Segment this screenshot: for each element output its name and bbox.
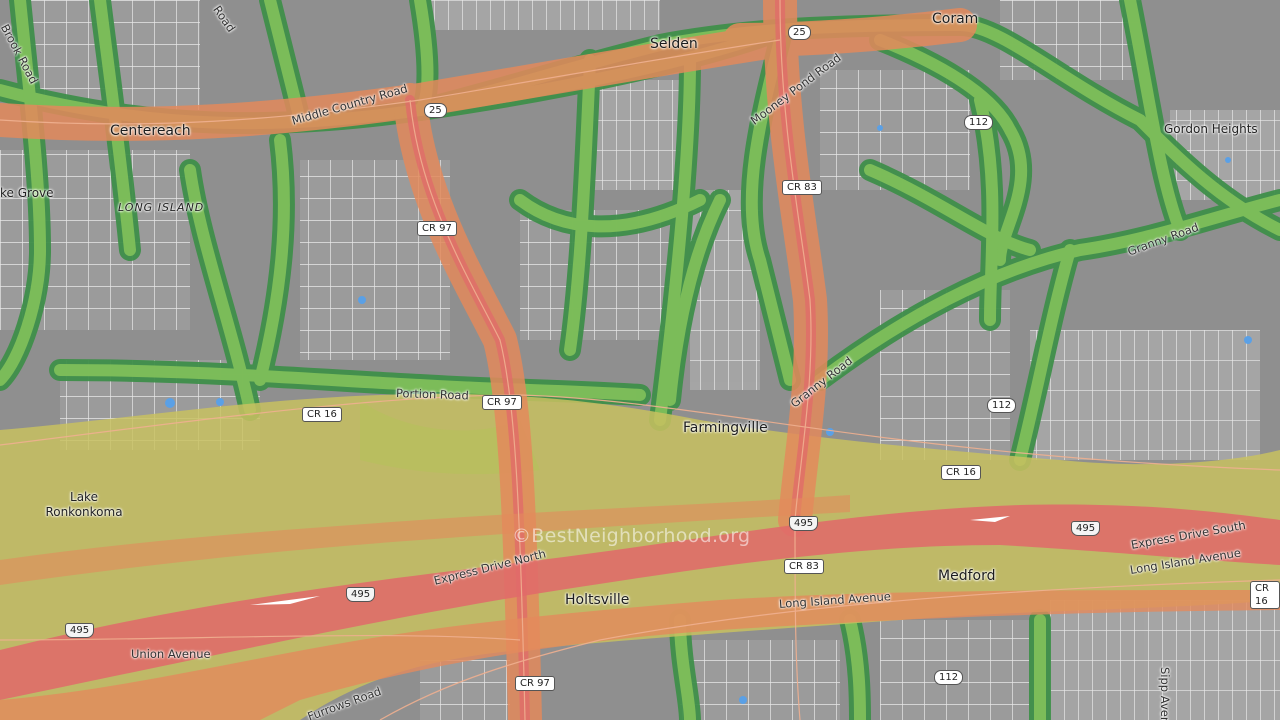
place-label-medford: Medford [938, 568, 996, 584]
place-label-gordon-heights: Gordon Heights [1164, 122, 1258, 136]
route-shield-112: 112 [964, 115, 994, 130]
place-label-lake-ronkonkoma: Lake Ronkonkoma [45, 490, 123, 519]
route-shield-25: 25 [788, 25, 811, 40]
interstate-shield-495: 495 [346, 587, 376, 602]
map-canvas[interactable] [0, 0, 1280, 720]
route-shield-25: 25 [424, 103, 447, 118]
place-label-lake-grove: ke Grove [0, 186, 54, 200]
place-label-coram: Coram [932, 11, 979, 27]
route-shield-112: 112 [934, 670, 964, 685]
interstate-shield-495: 495 [789, 516, 819, 531]
interstate-shield-495: 495 [1071, 521, 1101, 536]
route-shield-cr16: CR 16 [1250, 581, 1280, 609]
interstate-shield-495: 495 [65, 623, 95, 638]
route-shield-112: 112 [987, 398, 1017, 413]
place-label-holtsville: Holtsville [565, 592, 630, 608]
place-label-selden: Selden [650, 36, 698, 52]
route-shield-cr16: CR 16 [941, 465, 981, 480]
route-shield-cr16: CR 16 [302, 407, 342, 422]
route-shield-cr83: CR 83 [782, 180, 822, 195]
road-label-union-avenue: Union Avenue [131, 647, 211, 661]
route-shield-cr97: CR 97 [515, 676, 555, 691]
road-label-sipp-avenue: Sipp Avenue [1158, 667, 1172, 720]
place-label-long-island: LONG ISLAND [118, 201, 205, 214]
map-view[interactable]: Selden Coram Centereach Gordon Heights k… [0, 0, 1280, 720]
place-label-centereach: Centereach [110, 123, 191, 139]
place-label-farmingville: Farmingville [683, 420, 768, 436]
route-shield-cr97: CR 97 [417, 221, 457, 236]
watermark-text: ©BestNeighborhood.org [512, 525, 751, 547]
route-shield-cr97: CR 97 [482, 395, 522, 410]
road-label-portion-road: Portion Road [395, 386, 470, 403]
route-shield-cr83: CR 83 [784, 559, 824, 574]
